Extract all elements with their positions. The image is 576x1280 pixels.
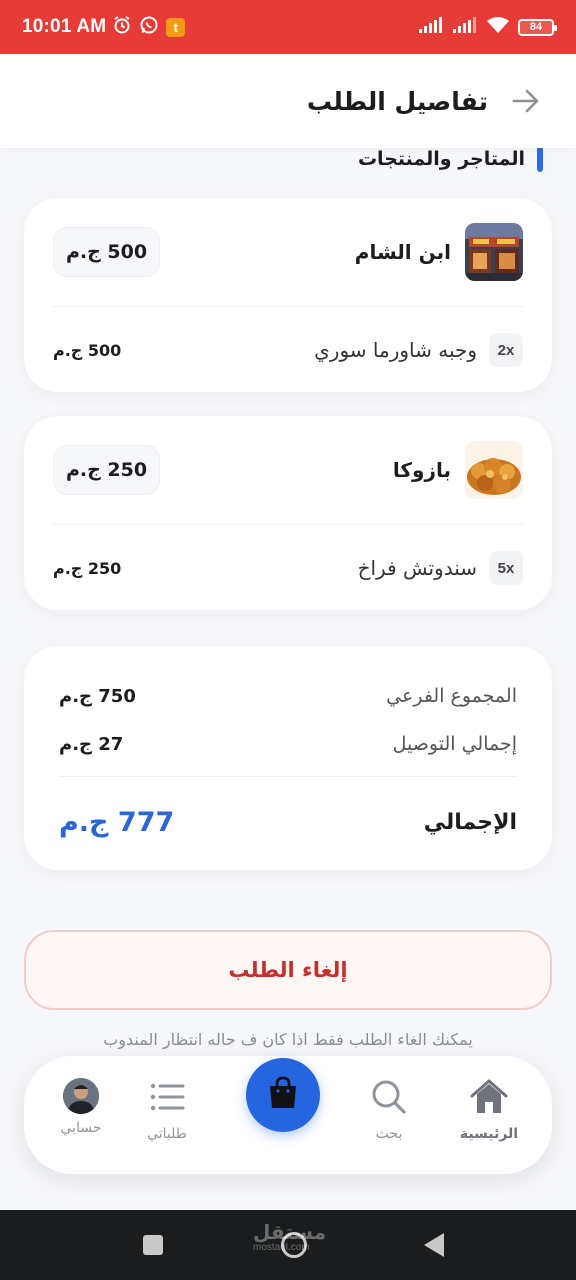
status-bar: 10:01 AM t 84 xyxy=(0,0,576,54)
total-row: الإجمالي 777 ج.م xyxy=(24,777,552,867)
status-system-icons: 84 xyxy=(418,16,557,38)
item-name: وجبه شاورما سوري xyxy=(314,338,477,362)
nav-search[interactable]: بحث xyxy=(344,1078,434,1142)
order-item-row: 2x وجبه شاورما سوري 500 ج.م xyxy=(24,307,552,393)
store-name: بازوكا xyxy=(392,458,451,482)
cancel-order-button[interactable]: إلغاء الطلب xyxy=(24,930,552,1010)
order-summary-card: المجموع الفرعي 750 ج.م إجمالي التوصيل 27… xyxy=(24,646,552,870)
store-row[interactable]: بازوكا 250 ج.م xyxy=(24,416,552,524)
section-title: المتاجر والمنتجات xyxy=(357,148,525,170)
nav-account-label: حسابي xyxy=(60,1120,102,1136)
battery-icon: 84 xyxy=(518,18,557,36)
cancel-note: يمكنك الغاء الطلب فقط اذا كان ف حاله انت… xyxy=(103,1030,473,1049)
store-image xyxy=(465,223,523,281)
subtotal-row: المجموع الفرعي 750 ج.م xyxy=(24,672,552,720)
item-price: 250 ج.م xyxy=(53,558,122,578)
cart-button[interactable] xyxy=(246,1058,320,1132)
nav-search-label: بحث xyxy=(375,1126,403,1142)
app-header: تفاصيل الطلب xyxy=(0,54,576,148)
signal-icon-2 xyxy=(452,16,478,38)
delivery-row: إجمالي التوصيل 27 ج.م xyxy=(24,720,552,768)
quantity-badge: 5x xyxy=(489,551,523,585)
search-icon xyxy=(370,1078,408,1120)
app-t-icon: t xyxy=(166,17,186,37)
total-value: 777 ج.م xyxy=(59,806,175,838)
status-notification-icons: t xyxy=(112,15,186,39)
wifi-icon xyxy=(486,16,510,38)
order-item-row: 5x سندوتش فراخ 250 ج.م xyxy=(24,525,552,611)
total-label: الإجمالي xyxy=(423,809,517,835)
bottom-navigation: الرئيسية بحث طلباتي حسابي xyxy=(24,1056,552,1174)
alarm-icon xyxy=(112,15,132,39)
store-row[interactable]: ابن الشام 500 ج.م xyxy=(24,198,552,306)
item-name: سندوتش فراخ xyxy=(357,556,477,580)
delivery-value: 27 ج.م xyxy=(59,733,124,755)
nav-account[interactable]: حسابي xyxy=(36,1078,126,1136)
store-card: بازوكا 250 ج.م 5x سندوتش فراخ 250 ج.م xyxy=(24,416,552,610)
store-name: ابن الشام xyxy=(354,240,451,264)
arrow-back-icon[interactable] xyxy=(510,85,542,117)
quantity-badge: 2x xyxy=(489,333,523,367)
page-title: تفاصيل الطلب xyxy=(306,86,488,116)
list-icon xyxy=(148,1078,186,1120)
back-button[interactable] xyxy=(424,1233,444,1257)
delivery-label: إجمالي التوصيل xyxy=(392,733,517,755)
section-accent-bar xyxy=(537,146,543,172)
store-total-badge: 500 ج.م xyxy=(53,227,160,277)
store-image xyxy=(465,441,523,499)
nav-home-label: الرئيسية xyxy=(459,1126,519,1142)
recent-apps-button[interactable] xyxy=(143,1235,163,1255)
subtotal-value: 750 ج.م xyxy=(59,685,136,707)
shopping-bag-icon xyxy=(267,1076,299,1114)
avatar xyxy=(63,1078,99,1114)
nav-orders-label: طلباتي xyxy=(147,1126,187,1142)
signal-icon xyxy=(418,16,444,38)
watermark-url: mostaql.com xyxy=(253,1242,310,1253)
nav-home[interactable]: الرئيسية xyxy=(444,1078,534,1142)
subtotal-label: المجموع الفرعي xyxy=(386,685,517,707)
section-header: المتاجر والمنتجات xyxy=(358,146,543,172)
item-price: 500 ج.م xyxy=(53,340,122,360)
store-card: ابن الشام 500 ج.م 2x وجبه شاورما سوري 50… xyxy=(24,198,552,392)
whatsapp-icon xyxy=(139,15,159,39)
home-icon xyxy=(469,1078,509,1120)
store-total-badge: 250 ج.م xyxy=(53,445,160,495)
status-time: 10:01 AM xyxy=(22,16,107,37)
nav-orders[interactable]: طلباتي xyxy=(122,1078,212,1142)
